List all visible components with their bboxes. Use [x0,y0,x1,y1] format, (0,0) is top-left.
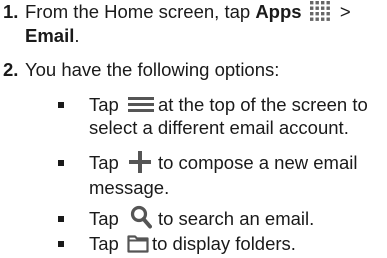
step-number: 2. [3,59,19,80]
step-text: You have the following options: [25,59,280,80]
menu-icon [127,95,154,113]
step-text: From the Home screen, tap Apps > Email. [25,0,351,47]
option-text: Tap to display folders. [89,233,296,254]
folder-icon [127,233,149,253]
email-label: Email [25,25,75,47]
step-number: 1. [3,1,19,22]
bullet [58,160,64,166]
plus-icon [128,150,152,174]
option-text: Tap at the top of the screen to select a… [89,94,368,138]
bullet [58,216,64,222]
bullet [58,102,64,108]
option-text: Tap to search an email. [89,205,383,232]
instruction-document: 1. From the Home screen, tap Apps > Emai… [0,0,387,254]
option-text: Tap to compose a new email message. [89,150,358,199]
apps-grid-icon [309,0,332,22]
apps-label: Apps [255,1,302,22]
bullet [58,241,64,247]
search-icon [130,205,152,229]
